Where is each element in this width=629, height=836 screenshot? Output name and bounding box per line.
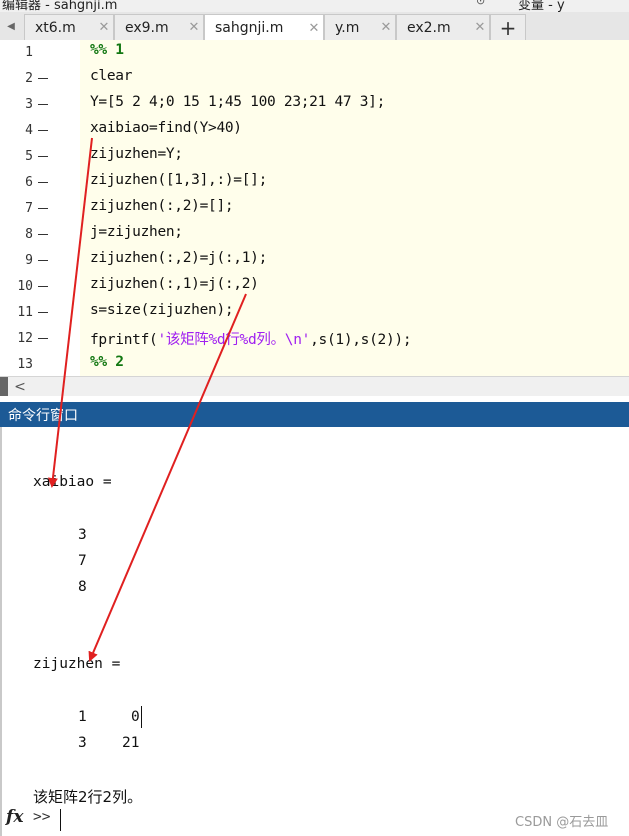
output-value: 8 xyxy=(78,579,87,595)
matrix-cell: 0 xyxy=(131,709,140,725)
code-line: 7 zijuzhen(:,2)=[]; xyxy=(0,196,629,222)
line-number: 12 xyxy=(17,331,33,346)
breakpoint-marker[interactable] xyxy=(38,104,48,105)
breakpoint-marker[interactable] xyxy=(38,234,48,235)
line-number: 6 xyxy=(25,175,33,190)
tab-label: sahgnji.m xyxy=(215,20,284,36)
tab-label: xt6.m xyxy=(35,19,76,36)
code-text[interactable]: Y=[5 2 4;0 15 1;45 100 23;21 47 3]; xyxy=(90,94,385,110)
command-input-cursor[interactable] xyxy=(60,809,61,831)
breakpoint-marker[interactable] xyxy=(38,338,48,339)
code-token: fprintf( xyxy=(90,332,158,348)
close-icon[interactable]: ✕ xyxy=(377,20,395,35)
breakpoint-marker[interactable] xyxy=(38,208,48,209)
close-icon[interactable]: ✕ xyxy=(305,21,323,36)
output-value: 7 xyxy=(78,553,87,569)
line-number: 10 xyxy=(17,279,33,294)
variables-panel-title: 变量 - y xyxy=(518,0,565,12)
code-line: 13 %% 2 xyxy=(0,352,629,378)
line-number: 3 xyxy=(25,97,33,112)
code-text[interactable]: %% 1 xyxy=(90,42,124,58)
code-text[interactable]: xaibiao=find(Y>40) xyxy=(90,120,242,136)
tab-label: ex9.m xyxy=(125,19,169,36)
code-line: 6 zijuzhen([1,3],:)=[]; xyxy=(0,170,629,196)
code-line: 5 zijuzhen=Y; xyxy=(0,144,629,170)
code-text[interactable]: %% 2 xyxy=(90,354,124,370)
code-text[interactable]: clear xyxy=(90,68,132,84)
editor-tabbar: ◀ xt6.m ✕ ex9.m ✕ sahgnji.m ✕ y.m ✕ ex2.… xyxy=(0,12,629,41)
tab-y[interactable]: y.m ✕ xyxy=(324,14,396,40)
breakpoint-marker[interactable] xyxy=(38,78,48,79)
line-number: 7 xyxy=(25,201,33,216)
breakpoint-marker[interactable] xyxy=(38,312,48,313)
code-editor[interactable]: 1 %% 1 2 clear 3 Y=[5 2 4;0 15 1;45 100 … xyxy=(0,40,629,376)
code-line: 2 clear xyxy=(0,66,629,92)
output-value: 3 xyxy=(78,527,87,543)
command-prompt: >> xyxy=(33,809,51,825)
code-text-fprintf[interactable]: fprintf('该矩阵%d行%d列。\n',s(1),s(2)); xyxy=(90,328,412,349)
line-number: 13 xyxy=(17,357,33,372)
fprintf-output: 该矩阵2行2列。 xyxy=(33,788,143,806)
tab-label: ex2.m xyxy=(407,19,451,36)
matrix-cell: 3 xyxy=(78,735,87,751)
line-number: 8 xyxy=(25,227,33,242)
matrix-cell: 1 xyxy=(78,709,87,725)
matrix-cell: 21 xyxy=(122,735,140,751)
code-line: 9 zijuzhen(:,2)=j(:,1); xyxy=(0,248,629,274)
scrollbar-thumb[interactable] xyxy=(0,377,8,397)
code-line: 1 %% 1 xyxy=(0,40,629,66)
output-variable-label: zijuzhen = xyxy=(33,656,121,672)
tab-scroll-left-icon[interactable]: ◀ xyxy=(0,12,22,40)
command-window-title: 命令行窗口 xyxy=(8,407,78,424)
tab-sahgnji[interactable]: sahgnji.m ✕ xyxy=(204,14,324,41)
close-icon[interactable]: ✕ xyxy=(95,20,113,35)
line-number: 2 xyxy=(25,71,33,86)
code-text[interactable]: zijuzhen(:,1)=j(:,2) xyxy=(90,276,259,292)
string-literal: '该矩阵%d行%d列。\n' xyxy=(157,332,311,348)
editor-horizontal-scrollbar[interactable]: < xyxy=(0,376,629,397)
tab-label: y.m xyxy=(335,19,360,36)
code-line: 12 fprintf('该矩阵%d行%d列。\n',s(1),s(2)); xyxy=(0,326,629,352)
line-number: 11 xyxy=(17,305,33,320)
line-number: 5 xyxy=(25,149,33,164)
line-number: 9 xyxy=(25,253,33,268)
code-line: 8 j=zijuzhen; xyxy=(0,222,629,248)
tab-ex2[interactable]: ex2.m ✕ xyxy=(396,14,490,40)
code-text[interactable]: j=zijuzhen; xyxy=(90,224,183,240)
tab-xt6[interactable]: xt6.m ✕ xyxy=(24,14,114,40)
code-text[interactable]: s=size(zijuzhen); xyxy=(90,302,234,318)
code-text[interactable]: zijuzhen([1,3],:)=[]; xyxy=(90,172,267,188)
text-cursor xyxy=(141,706,142,728)
command-window-header: 命令行窗口 xyxy=(0,402,629,427)
tab-ex9[interactable]: ex9.m ✕ xyxy=(114,14,204,40)
function-browser-icon[interactable]: fx xyxy=(6,807,23,827)
close-icon[interactable]: ✕ xyxy=(471,20,489,35)
add-tab-button[interactable]: + xyxy=(490,14,526,40)
code-text[interactable]: zijuzhen(:,2)=[]; xyxy=(90,198,234,214)
code-token: ,s(1),s(2)); xyxy=(310,332,412,348)
watermark: CSDN @石去皿 xyxy=(515,815,609,830)
breakpoint-marker[interactable] xyxy=(38,182,48,183)
code-line: 4 xaibiao=find(Y>40) xyxy=(0,118,629,144)
code-text[interactable]: zijuzhen(:,2)=j(:,1); xyxy=(90,250,267,266)
code-line: 11 s=size(zijuzhen); xyxy=(0,300,629,326)
close-icon[interactable]: ✕ xyxy=(185,20,203,35)
line-number: 1 xyxy=(25,45,33,60)
code-line: 3 Y=[5 2 4;0 15 1;45 100 23;21 47 3]; xyxy=(0,92,629,118)
dropdown-icon[interactable]: ⊙ xyxy=(476,0,485,7)
line-number: 4 xyxy=(25,123,33,138)
breakpoint-marker[interactable] xyxy=(38,130,48,131)
window-titlebar: 编辑器 - sahgnji.m ⊙ 变量 - y xyxy=(0,0,629,12)
code-line: 10 zijuzhen(:,1)=j(:,2) xyxy=(0,274,629,300)
editor-title: 编辑器 - sahgnji.m xyxy=(2,0,118,12)
breakpoint-marker[interactable] xyxy=(38,260,48,261)
breakpoint-marker[interactable] xyxy=(38,286,48,287)
breakpoint-marker[interactable] xyxy=(38,156,48,157)
output-variable-label: xaibiao = xyxy=(33,474,112,490)
scroll-left-icon[interactable]: < xyxy=(10,377,30,397)
code-text[interactable]: zijuzhen=Y; xyxy=(90,146,183,162)
